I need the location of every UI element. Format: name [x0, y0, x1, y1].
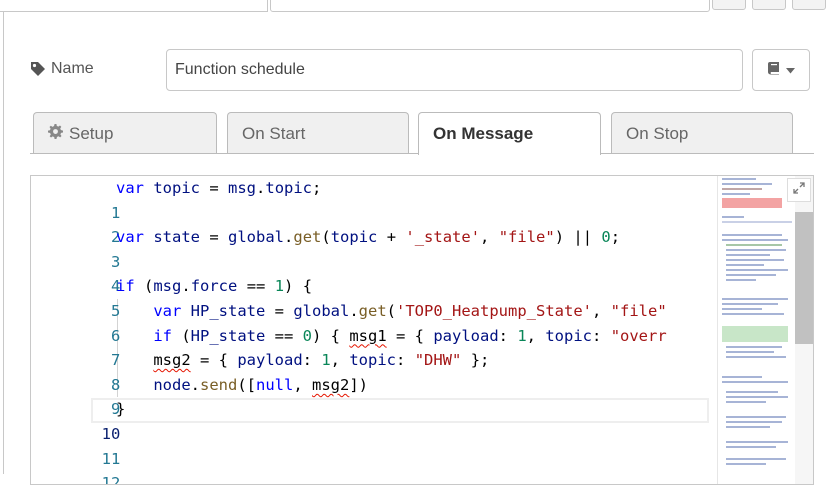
- book-icon: [767, 61, 781, 80]
- code-text: var topic = msg.topic;: [116, 179, 322, 197]
- name-label-text: Name: [51, 60, 94, 77]
- frame-border: [3, 12, 4, 474]
- tab-on-start[interactable]: On Start: [227, 112, 409, 154]
- top-button-2[interactable]: [752, 0, 786, 10]
- top-button-1[interactable]: [712, 0, 746, 10]
- line-number: 12: [101, 474, 121, 485]
- tab-setup-label: Setup: [69, 123, 114, 143]
- top-input-field[interactable]: [270, 0, 710, 12]
- code-text: var state = global.get(topic + '_state',…: [116, 228, 621, 247]
- code-line: 1 var topic = msg.topic;: [31, 176, 706, 222]
- name-label: Name: [30, 58, 94, 80]
- code-line: 9 node.send([null, msg2]): [31, 373, 706, 419]
- code-text: if (HP_state == 0) { msg1 = { payload: 1…: [153, 326, 667, 345]
- code-line: 4: [31, 250, 706, 295]
- code-text: }: [116, 400, 126, 419]
- tab-on-message-label: On Message: [433, 124, 534, 143]
- code-text: var HP_state = global.get('TOP0_Heatpump…: [153, 302, 667, 320]
- top-button-3[interactable]: [792, 0, 826, 10]
- tab-on-stop-label: On Stop: [626, 123, 689, 143]
- expand-icon: [793, 181, 805, 199]
- name-field[interactable]: [166, 49, 743, 91]
- code-line: 6 var HP_state = global.get('TOP0_Heatpu…: [31, 299, 706, 345]
- expand-editor-button[interactable]: [787, 178, 811, 202]
- code-line: 2: [31, 201, 706, 246]
- code-line: 5 if (msg.force == 1) {: [31, 274, 706, 320]
- tab-on-message[interactable]: On Message: [418, 112, 601, 155]
- caret-down-icon: [786, 61, 795, 79]
- function-tabs: Setup On Start On Message On Stop: [30, 112, 814, 155]
- tag-icon: [30, 61, 46, 77]
- top-panel-tab: [0, 0, 268, 12]
- code-line: 7 if (HP_state == 0) { msg1 = { payload:…: [31, 324, 706, 370]
- code-line: 3 var state = global.get(topic + '_state…: [31, 225, 706, 271]
- code-text: node.send([null, msg2]): [153, 375, 368, 394]
- code-line: 8 msg2 = { payload: 1, topic: "DHW" };: [31, 348, 706, 394]
- code-line: 10 }: [31, 397, 706, 443]
- code-line: 11: [31, 422, 706, 468]
- code-minimap[interactable]: [717, 176, 797, 484]
- tab-setup[interactable]: Setup: [33, 112, 217, 154]
- editor-scroll-thumb[interactable]: [795, 212, 813, 344]
- name-icon-dropdown-button[interactable]: [752, 49, 810, 91]
- tab-on-start-label: On Start: [242, 123, 306, 143]
- code-text: msg2 = { payload: 1, topic: "DHW" };: [153, 351, 490, 370]
- code-line: 12: [31, 447, 706, 484]
- code-editor[interactable]: 1 var topic = msg.topic; 2 3 var state =…: [30, 175, 814, 485]
- gear-icon: [48, 123, 63, 144]
- tab-on-stop[interactable]: On Stop: [611, 112, 793, 154]
- code-text: if (msg.force == 1) {: [116, 277, 313, 296]
